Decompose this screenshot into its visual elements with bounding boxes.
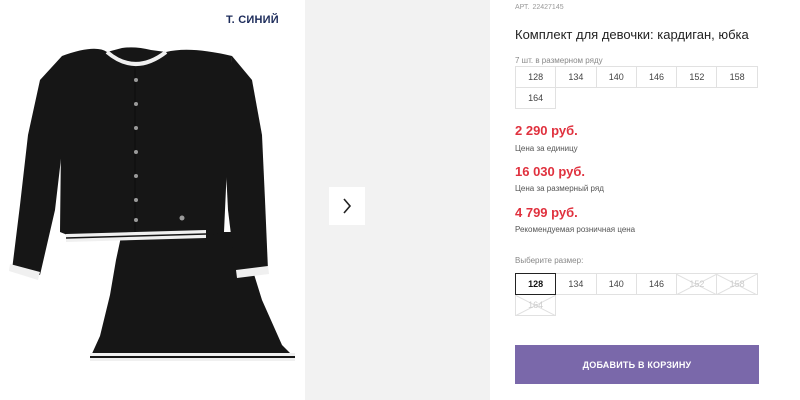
unit-price: 2 290 руб. xyxy=(515,123,578,138)
size-option-164: 164 xyxy=(515,294,557,316)
size-option-158: 158 xyxy=(716,273,758,295)
size-row-cell: 152 xyxy=(676,66,718,88)
choose-size-label: Выберите размер: xyxy=(515,256,584,265)
color-label: т. синий xyxy=(226,14,279,26)
size-row-count: 7 шт. в размерном ряду xyxy=(515,56,603,65)
chevron-right-icon xyxy=(343,198,352,214)
product-photo[interactable] xyxy=(0,40,305,370)
retail-price-note: Рекомендуемая розничная цена xyxy=(515,225,636,234)
size-option-134[interactable]: 134 xyxy=(555,273,597,295)
unit-price-note: Цена за единицу xyxy=(515,144,578,153)
size-picker: 128 134 140 146 152 158 164 xyxy=(515,273,763,316)
size-row-price: 16 030 руб. xyxy=(515,164,586,179)
article-number: АРТ. 22427145 xyxy=(515,4,564,11)
size-row-cell: 158 xyxy=(716,66,758,88)
product-image-area: т. синий xyxy=(0,0,305,400)
size-row-cell: 164 xyxy=(515,87,557,109)
image-gallery xyxy=(305,0,490,400)
size-row-cell: 128 xyxy=(515,66,557,88)
size-row-grid: 128 134 140 146 152 158 164 xyxy=(515,66,763,109)
size-row-cell: 134 xyxy=(555,66,597,88)
size-row-cell: 146 xyxy=(635,66,678,88)
product-info-panel: АРТ. 22427145 Комплект для девочки: карди… xyxy=(515,0,800,400)
size-option-128[interactable]: 128 xyxy=(515,273,557,295)
retail-price: 4 799 руб. xyxy=(515,205,578,220)
size-row-price-note: Цена за размерный ряд xyxy=(515,184,604,193)
size-option-152: 152 xyxy=(676,273,718,295)
size-row-cell: 140 xyxy=(595,66,637,88)
add-to-cart-button[interactable]: ДОБАВИТЬ В КОРЗИНУ xyxy=(515,345,759,384)
size-option-140[interactable]: 140 xyxy=(595,273,637,295)
next-image-button[interactable] xyxy=(329,187,365,225)
size-option-146[interactable]: 146 xyxy=(635,273,678,295)
product-title: Комплект для девочки: кардиган, юбка xyxy=(515,27,749,42)
